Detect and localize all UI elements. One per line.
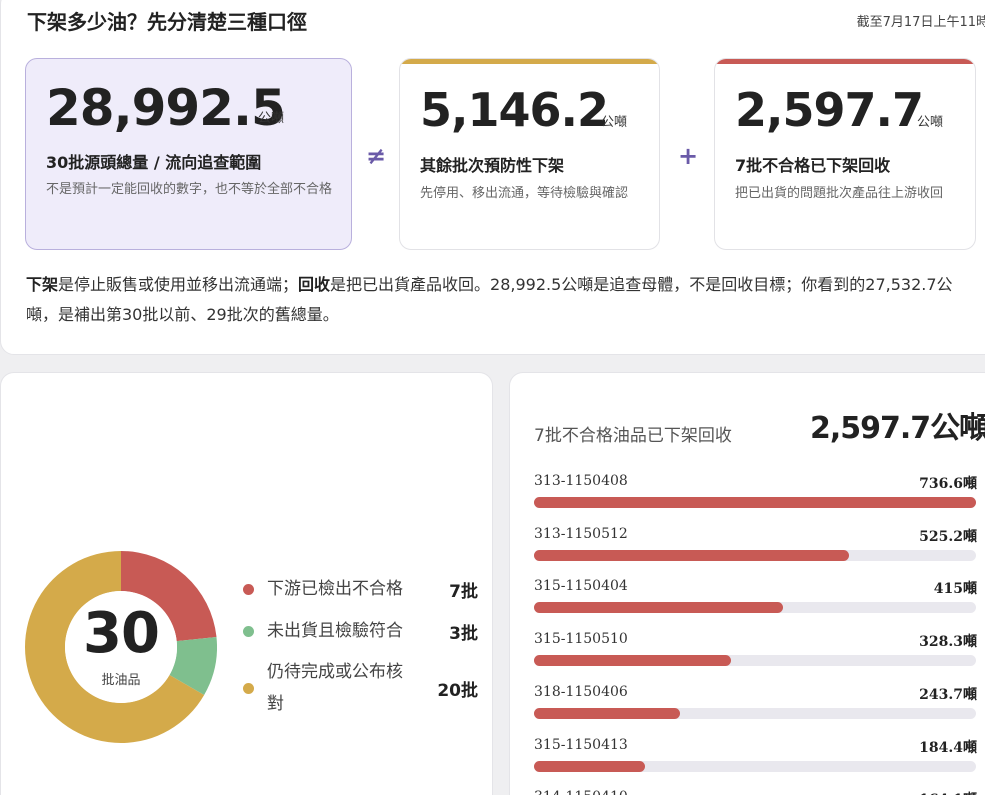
legend-dot bbox=[243, 626, 254, 637]
stat-value: 28,992.5 bbox=[46, 79, 286, 137]
bar-fill bbox=[534, 549, 850, 561]
accent-bar bbox=[715, 59, 975, 64]
accent-bar bbox=[400, 59, 659, 64]
bar-fill bbox=[534, 655, 731, 667]
stat-card-preventive-removal: 5,146.2 公噸 其餘批次預防性下架 先停用、移出流通，等待檢驗與確認 bbox=[399, 58, 660, 250]
legend-label: 仍待完成或公布核對 bbox=[267, 662, 403, 714]
bar-track bbox=[534, 549, 976, 561]
bar-row: 315-1150404 415噸 bbox=[534, 578, 977, 622]
batch-tonnage: 164.1噸 bbox=[919, 789, 977, 795]
definition-note: 下架是停止販售或使用並移出流通端；回收是把已出貨產品收回。28,992.5公噸是… bbox=[26, 270, 974, 330]
bar-track bbox=[534, 602, 976, 614]
bar-track bbox=[534, 760, 976, 772]
legend-dot bbox=[243, 683, 254, 694]
batch-tonnage: 525.2噸 bbox=[919, 528, 977, 545]
stat-description: 把已出貨的問題批次產品往上游收回 bbox=[735, 186, 944, 201]
legend-label: 未出貨且檢驗符合 bbox=[267, 621, 403, 641]
bars-total: 2,597.7公噸 bbox=[810, 411, 985, 446]
bar-row: 313-1150512 525.2噸 bbox=[534, 526, 977, 570]
not-equal-sign: ≠ bbox=[366, 142, 387, 170]
batch-status-card: 30 批油品 下游已檢出不合格 7批 未出貨且檢驗符合 3批 仍待完成或公布核對… bbox=[0, 372, 493, 795]
bar-fill bbox=[534, 602, 784, 614]
page-title: 下架多少油？先分清楚三種口徑 bbox=[27, 10, 307, 34]
bar-row: 315-1150510 328.3噸 bbox=[534, 631, 977, 675]
bar-row: 314-1150410 164.1噸 bbox=[534, 789, 977, 795]
bar-track bbox=[534, 707, 976, 719]
legend-label: 下游已檢出不合格 bbox=[267, 579, 403, 599]
bar-row: 318-1150406 243.7噸 bbox=[534, 684, 977, 728]
stat-description: 先停用、移出流通，等待檢驗與確認 bbox=[420, 186, 629, 201]
batch-code: 315-1150510 bbox=[534, 631, 628, 648]
batch-tonnage: 328.3噸 bbox=[919, 634, 977, 651]
timestamp: 截至7月17日上午11時 bbox=[856, 15, 985, 30]
recall-bars-card: 7批不合格油品已下架回收 2,597.7公噸 313-1150408 736.6噸… bbox=[509, 372, 985, 795]
bar-fill bbox=[534, 497, 976, 508]
bar-fill bbox=[534, 707, 681, 719]
legend-value: 7批 bbox=[449, 582, 478, 602]
bar-fill bbox=[534, 760, 645, 772]
plus-sign: + bbox=[678, 142, 699, 170]
legend-item: 仍待完成或公布核對 20批 bbox=[243, 656, 478, 720]
term-removal: 下架 bbox=[26, 275, 59, 294]
stat-card-recalled: 2,597.7 公噸 7批不合格已下架回收 把已出貨的問題批次產品往上游收回 bbox=[714, 58, 976, 250]
batch-code: 314-1150410 bbox=[534, 789, 628, 795]
stat-description: 不是預計一定能回收的數字，也不等於全部不合格 bbox=[46, 182, 333, 197]
legend-dot bbox=[243, 584, 254, 595]
legend-item: 未出貨且檢驗符合 3批 bbox=[243, 615, 478, 647]
note-text: 是停止販售或使用並移出流通端； bbox=[58, 275, 299, 294]
legend-value: 3批 bbox=[449, 624, 478, 644]
bar-track bbox=[534, 497, 976, 508]
stat-value: 2,597.7 bbox=[735, 83, 924, 137]
stat-unit: 公噸 bbox=[601, 115, 628, 130]
donut-total: 30 bbox=[83, 601, 160, 666]
batch-code: 315-1150413 bbox=[534, 736, 628, 753]
bar-track bbox=[534, 655, 976, 667]
term-recall: 回收 bbox=[298, 275, 331, 294]
batch-tonnage: 243.7噸 bbox=[919, 686, 977, 703]
stat-unit: 公噸 bbox=[258, 111, 285, 126]
bar-row: 313-1150408 736.6噸 bbox=[534, 473, 977, 517]
stat-label: 7批不合格已下架回收 bbox=[735, 156, 891, 175]
donut-label: 批油品 bbox=[101, 673, 141, 688]
batch-code: 318-1150406 bbox=[534, 683, 628, 700]
bars-title: 7批不合格油品已下架回收 bbox=[534, 426, 732, 446]
stat-card-source-total: 28,992.5 公噸 30批源頭總量 / 流向追查範圍 不是預計一定能回收的數… bbox=[25, 58, 352, 250]
legend-value: 20批 bbox=[437, 681, 478, 701]
bar-row: 315-1150413 184.4噸 bbox=[534, 737, 977, 781]
stat-value: 5,146.2 bbox=[420, 83, 609, 137]
batch-tonnage: 415噸 bbox=[933, 581, 977, 598]
batch-code: 313-1150512 bbox=[534, 525, 628, 542]
stat-label: 30批源頭總量 / 流向追查範圍 bbox=[46, 153, 262, 172]
stat-label: 其餘批次預防性下架 bbox=[420, 156, 565, 175]
batch-code: 313-1150408 bbox=[534, 473, 628, 489]
legend-item: 下游已檢出不合格 7批 bbox=[243, 573, 478, 605]
batch-tonnage: 736.6噸 bbox=[919, 476, 977, 492]
batch-code: 315-1150404 bbox=[534, 578, 628, 595]
batch-tonnage: 184.4噸 bbox=[919, 739, 977, 756]
stat-unit: 公噸 bbox=[917, 115, 944, 130]
